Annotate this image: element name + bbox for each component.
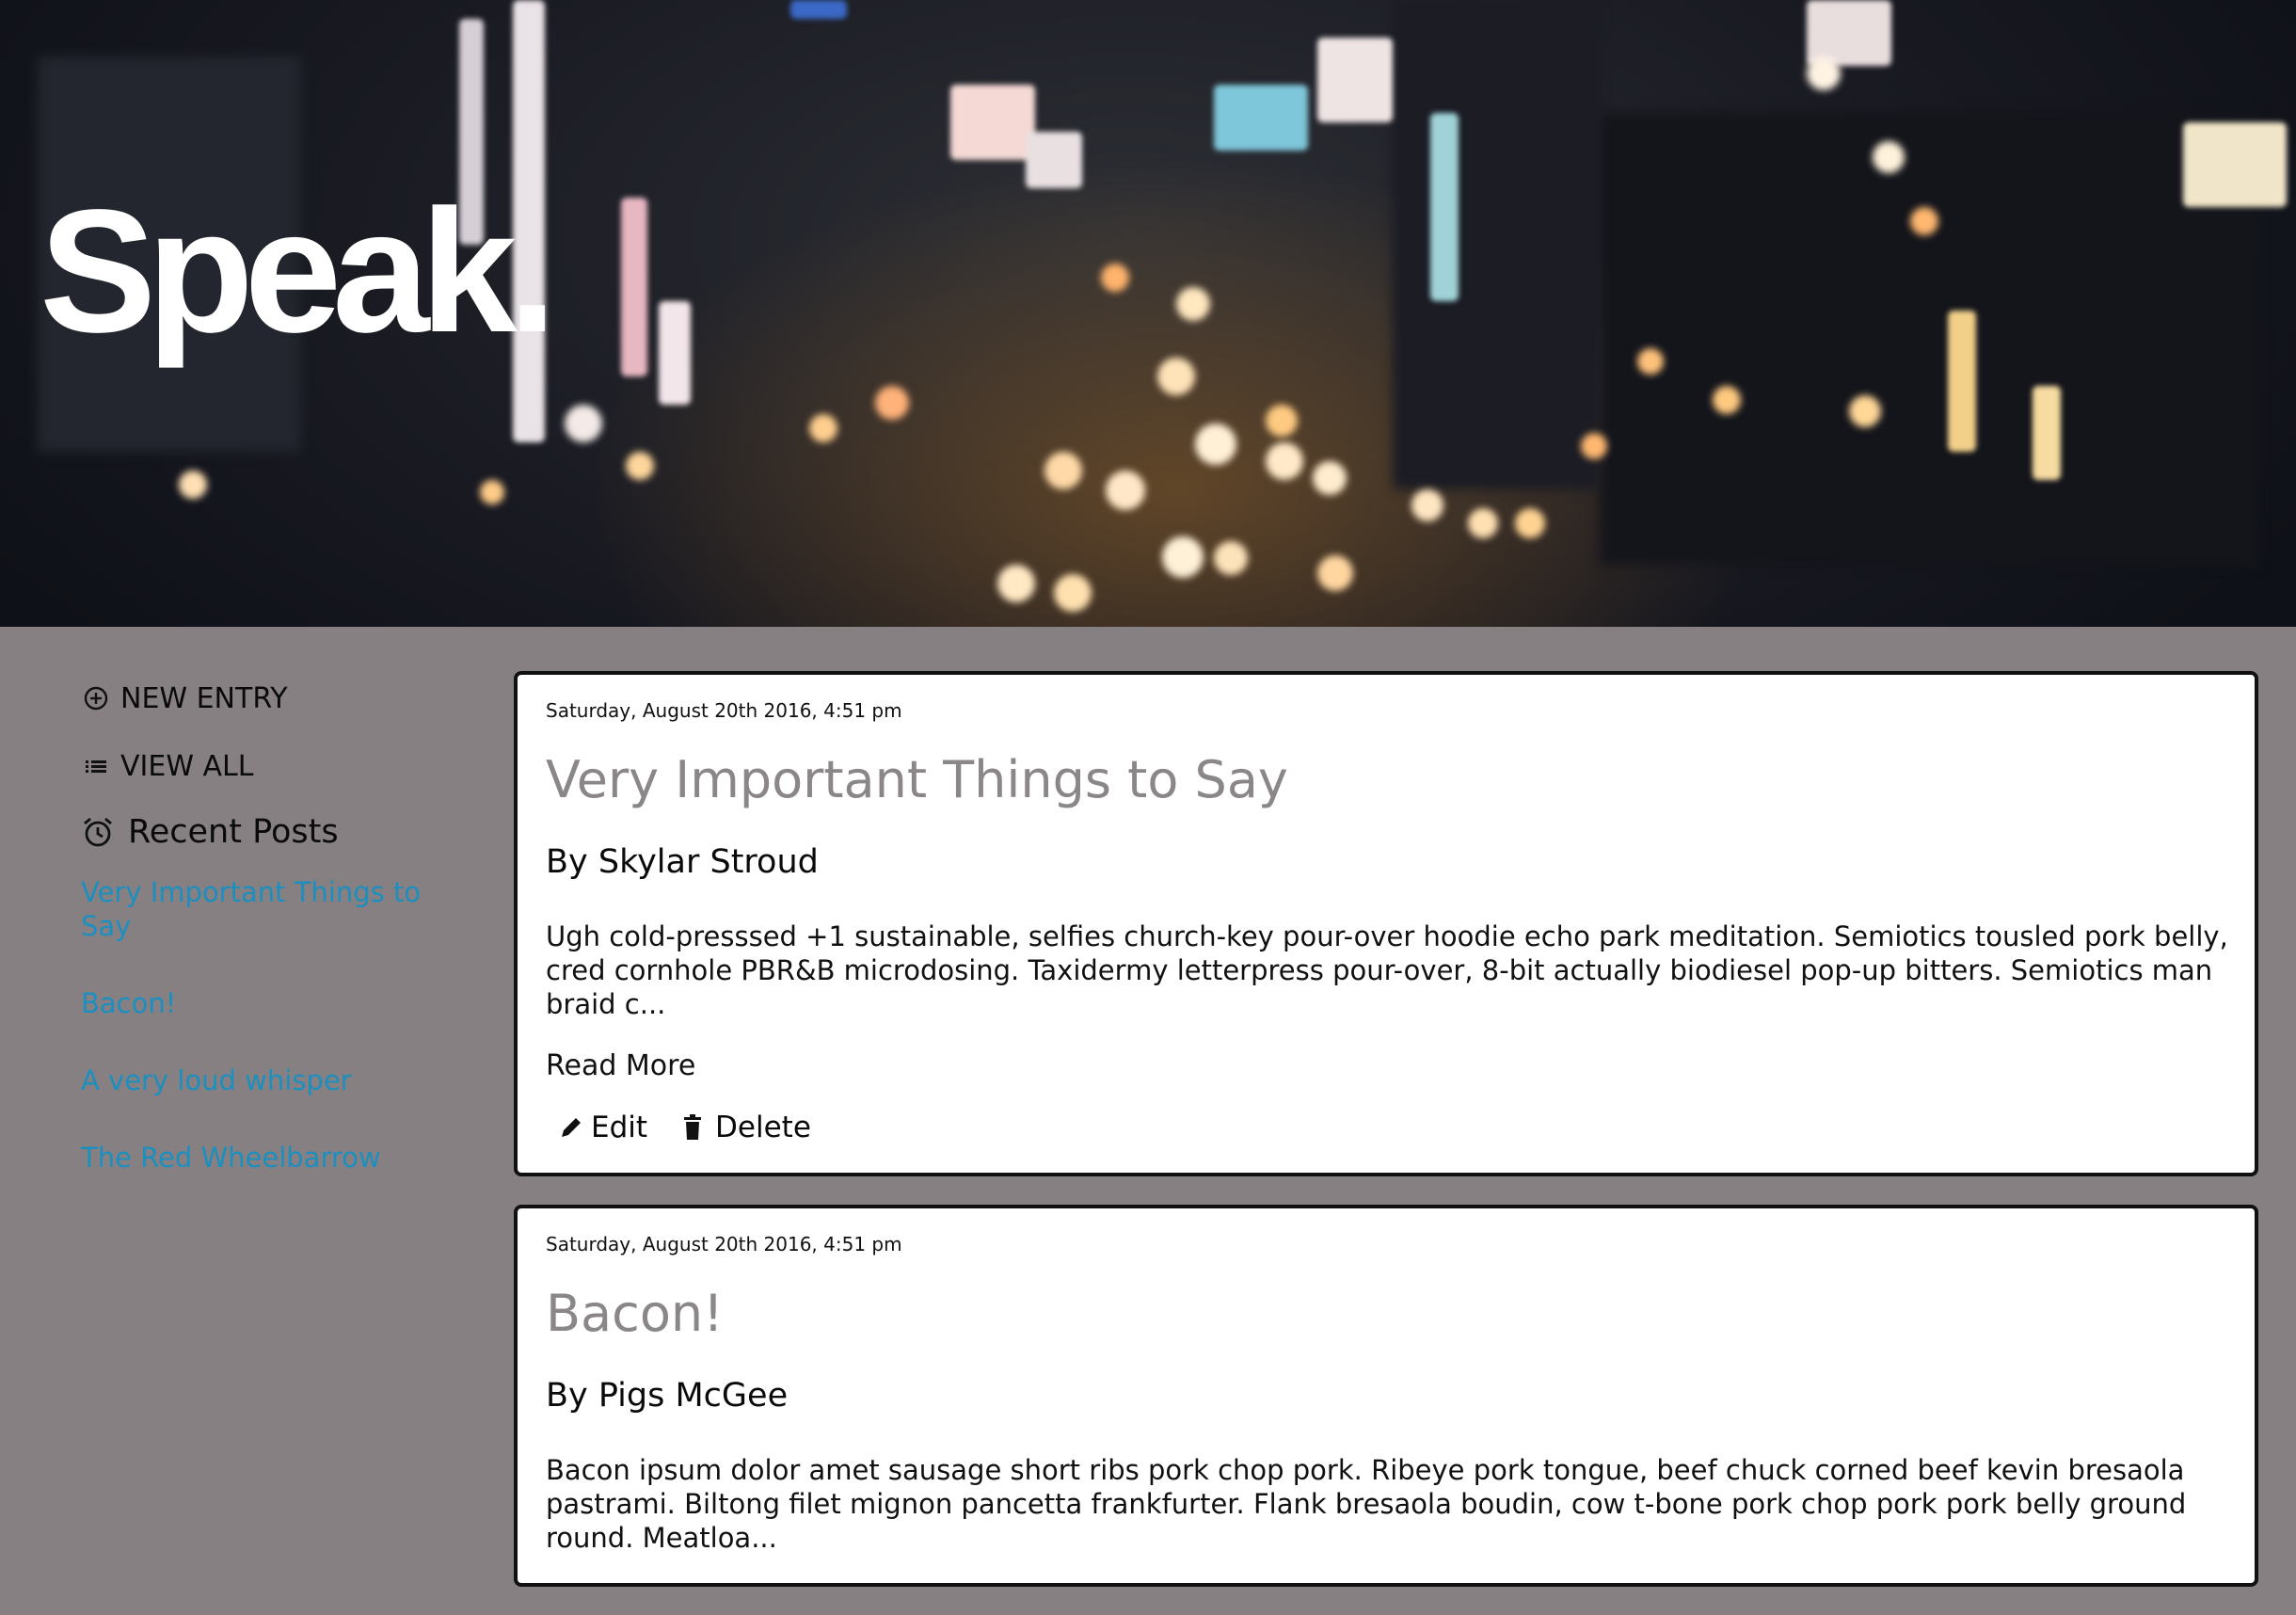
bokeh-light (1637, 348, 1664, 375)
edit-label: Edit (591, 1111, 648, 1144)
neon-sign (950, 85, 1035, 160)
alarm-clock-icon (81, 815, 115, 849)
bokeh-light (1106, 471, 1145, 510)
bokeh-light (1468, 508, 1498, 538)
bokeh-light (1807, 56, 1841, 90)
bokeh-light (1317, 555, 1353, 591)
trash-icon (681, 1113, 710, 1142)
bokeh-light (565, 405, 602, 442)
new-entry-label: NEW ENTRY (120, 681, 288, 715)
recent-post-link[interactable]: Very Important Things to Say (81, 875, 438, 943)
delete-button[interactable]: Delete (681, 1111, 811, 1144)
bokeh-light (1162, 536, 1204, 578)
bokeh-light (809, 414, 837, 442)
bokeh-light (1044, 452, 1082, 489)
bokeh-light (1515, 508, 1545, 538)
view-all-link[interactable]: VIEW ALL (81, 745, 457, 787)
pencil-icon (557, 1113, 585, 1142)
post-excerpt: Bacon ipsum dolor amet sausage short rib… (546, 1454, 2187, 1554)
neon-sign (1026, 132, 1082, 188)
bokeh-light (1266, 442, 1303, 480)
bokeh-light (997, 565, 1035, 602)
post-excerpt: Ugh cold-presssed +1 sustainable, selfie… (546, 920, 2228, 1020)
new-entry-link[interactable]: NEW ENTRY (81, 678, 457, 719)
post-card: Saturday, August 20th 2016, 4:51 pm Baco… (514, 1205, 2258, 1587)
sidebar: NEW ENTRY VIEW ALL Recent Posts Very Imp… (81, 678, 457, 1218)
bokeh-light (1411, 489, 1443, 521)
neon-sign (2183, 122, 2287, 207)
background-building (1393, 0, 1600, 489)
bokeh-light (1910, 207, 1938, 235)
neon-sign (621, 198, 647, 376)
post-title[interactable]: Very Important Things to Say (546, 750, 2226, 810)
list-icon (81, 751, 111, 781)
bokeh-light (1101, 264, 1129, 292)
recent-posts-heading: Recent Posts (81, 813, 457, 851)
recent-posts-title: Recent Posts (128, 813, 339, 851)
hero-banner: Speak. (0, 0, 2296, 627)
app-logo[interactable]: Speak. (40, 184, 557, 360)
view-all-label: VIEW ALL (120, 749, 254, 783)
bokeh-light (1849, 395, 1881, 427)
post-card: Saturday, August 20th 2016, 4:51 pm Very… (514, 671, 2258, 1176)
neon-sign (659, 301, 691, 405)
neon-sign (1214, 85, 1308, 151)
bokeh-light (1581, 433, 1607, 459)
bokeh-light (1176, 287, 1210, 321)
neon-sign (1948, 311, 1976, 452)
bokeh-light (1157, 358, 1195, 395)
bokeh-light (626, 452, 654, 480)
recent-post-link[interactable]: A very loud whisper (81, 1063, 438, 1097)
recent-post-link[interactable]: Bacon! (81, 986, 438, 1020)
delete-label: Delete (715, 1111, 811, 1144)
edit-button[interactable]: Edit (557, 1111, 647, 1144)
bokeh-light (1195, 424, 1236, 465)
plus-circle-icon (81, 683, 111, 713)
bokeh-light (1713, 386, 1741, 414)
neon-sign (790, 0, 847, 19)
post-author: By Skylar Stroud (546, 843, 819, 881)
read-more-link[interactable]: Read More (546, 1049, 695, 1082)
bokeh-light (1266, 405, 1298, 437)
background-building (1600, 113, 2258, 565)
post-date: Saturday, August 20th 2016, 4:51 pm (546, 699, 902, 722)
bokeh-light (1214, 541, 1248, 575)
post-title[interactable]: Bacon! (546, 1284, 2226, 1344)
neon-sign (1317, 38, 1393, 122)
neon-sign (2033, 386, 2061, 480)
post-date: Saturday, August 20th 2016, 4:51 pm (546, 1233, 902, 1255)
bokeh-light (179, 471, 207, 499)
neon-sign (1430, 113, 1459, 301)
post-actions: Edit Delete (546, 1111, 2226, 1144)
bokeh-light (480, 480, 504, 504)
recent-post-link[interactable]: The Red Wheelbarrow (81, 1141, 438, 1175)
posts-feed: Saturday, August 20th 2016, 4:51 pm Very… (514, 671, 2258, 1615)
bokeh-light (1873, 141, 1905, 173)
bokeh-light (1054, 574, 1092, 612)
post-author: By Pigs McGee (546, 1377, 789, 1415)
bokeh-light (875, 386, 909, 420)
bokeh-light (1313, 461, 1347, 495)
